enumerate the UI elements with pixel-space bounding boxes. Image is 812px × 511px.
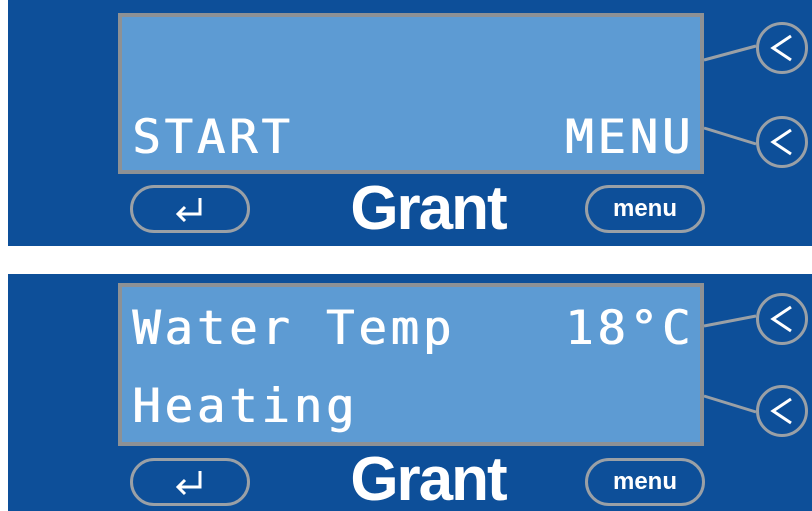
- lcd-display: START MENU: [118, 13, 704, 174]
- grant-logo: Grant: [350, 445, 507, 511]
- softkey-top-button[interactable]: [756, 293, 808, 345]
- enter-button[interactable]: [130, 185, 250, 233]
- enter-return-icon: [175, 198, 202, 223]
- softkey-bottom-button[interactable]: [756, 385, 808, 437]
- menu-button[interactable]: menu: [585, 185, 705, 233]
- menu-button[interactable]: menu: [585, 458, 705, 506]
- chevron-left-icon: [770, 305, 792, 333]
- lcd-display: Water Temp 18°C Heating: [118, 283, 704, 446]
- enter-return-icon: [175, 471, 202, 496]
- grant-logo: Grant: [350, 174, 507, 243]
- chevron-left-icon: [770, 128, 792, 156]
- chevron-left-icon: [770, 34, 792, 62]
- menu-button-label: menu: [612, 195, 677, 222]
- chevron-left-icon: [770, 397, 792, 425]
- lcd-softkey-start: START: [132, 110, 294, 165]
- controller-panel-heating-screen: Water Temp 18°C Heating Grant menu: [8, 274, 812, 511]
- softkey-bottom-button[interactable]: [756, 116, 808, 168]
- enter-button[interactable]: [130, 458, 250, 506]
- menu-button-label: menu: [612, 468, 677, 495]
- lcd-water-temp-value: 18°C: [564, 301, 694, 356]
- softkey-top-button[interactable]: [756, 22, 808, 74]
- lcd-softkey-menu: MENU: [564, 110, 694, 165]
- lcd-status-heating: Heating: [132, 379, 359, 434]
- controller-panel-start-screen: START MENU Grant menu: [8, 0, 812, 246]
- lcd-water-temp-label: Water Temp: [132, 301, 455, 356]
